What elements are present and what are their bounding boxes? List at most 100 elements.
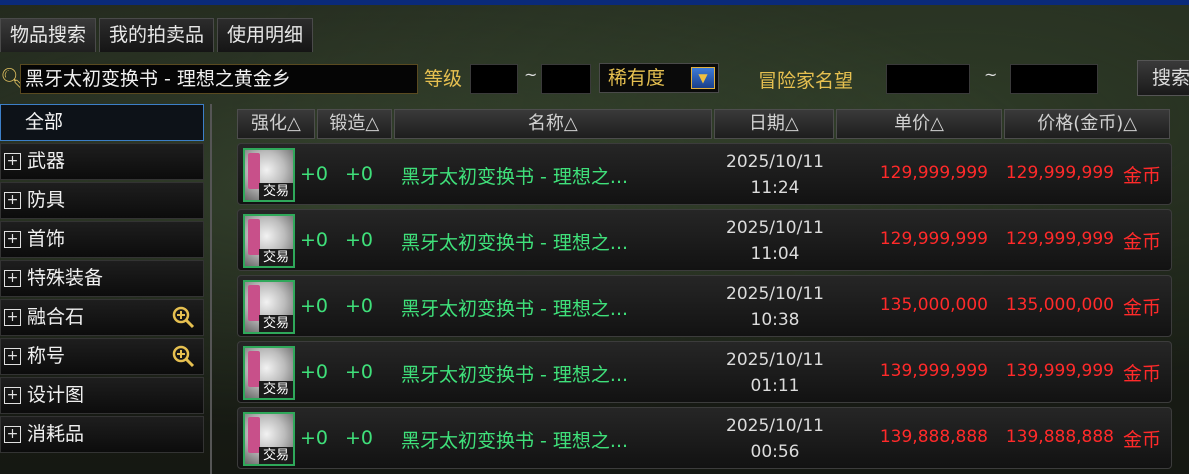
- forge-value: +0: [345, 427, 374, 449]
- expand-plus-icon[interactable]: +: [4, 231, 21, 248]
- item-name[interactable]: 黑牙太初变换书 - 理想之...: [401, 360, 628, 387]
- level-range-separator: ~: [524, 65, 538, 84]
- tab-usage-details[interactable]: 使用明细: [217, 18, 314, 52]
- tab-bar: 物品搜索 我的拍卖品 使用明细: [0, 18, 316, 52]
- item-name[interactable]: 黑牙太初变换书 - 理想之...: [401, 162, 628, 189]
- header-forge[interactable]: 锻造△: [316, 109, 392, 139]
- category-accessory[interactable]: + 首饰: [0, 221, 204, 258]
- fame-max-input[interactable]: [1010, 64, 1098, 94]
- header-name[interactable]: 名称△: [393, 109, 712, 139]
- listing-date: 2025/10/11: [726, 284, 824, 304]
- expand-plus-icon[interactable]: +: [4, 270, 21, 287]
- item-icon[interactable]: 交易: [243, 346, 295, 400]
- category-weapon[interactable]: + 武器: [0, 143, 204, 180]
- unit-price: 139,999,999: [879, 361, 988, 381]
- category-special-equipment[interactable]: + 特殊装备: [0, 260, 204, 297]
- zoom-in-icon[interactable]: [171, 305, 195, 329]
- currency-label: 金币: [1123, 231, 1162, 253]
- item-name[interactable]: 黑牙太初变换书 - 理想之...: [401, 228, 628, 255]
- category-fusion-stone[interactable]: + 融合石: [0, 299, 204, 336]
- header-unit-price[interactable]: 单价△: [835, 109, 1003, 139]
- expand-plus-icon[interactable]: +: [4, 348, 21, 365]
- level-min-input[interactable]: [470, 64, 518, 94]
- table-row[interactable]: 交易 +0 +0 黑牙太初变换书 - 理想之... 2025/10/11 01:…: [237, 341, 1172, 403]
- search-button[interactable]: 搜索: [1137, 60, 1189, 96]
- expand-plus-icon[interactable]: +: [4, 153, 21, 170]
- table-row[interactable]: 交易 +0 +0 黑牙太初变换书 - 理想之... 2025/10/11 11:…: [237, 143, 1172, 205]
- enhance-value: +0: [300, 163, 329, 185]
- category-consumable[interactable]: + 消耗品: [0, 416, 204, 453]
- unit-price: 129,999,999: [879, 229, 988, 249]
- search-icon: 🔍︎: [0, 66, 26, 90]
- total-price: 129,999,999: [1005, 163, 1114, 183]
- listing-date: 2025/10/11: [726, 218, 824, 238]
- rarity-label: 稀有度: [608, 67, 666, 89]
- category-label: 首饰: [27, 228, 66, 250]
- category-label: 防具: [27, 189, 66, 211]
- item-icon[interactable]: 交易: [243, 280, 295, 334]
- unit-price: 139,888,888: [879, 427, 988, 447]
- tradable-tag: 交易: [259, 183, 293, 200]
- currency-label: 金币: [1123, 363, 1162, 385]
- table-row[interactable]: 交易 +0 +0 黑牙太初变换书 - 理想之... 2025/10/11 10:…: [237, 275, 1172, 337]
- rarity-select[interactable]: 稀有度 ▼: [599, 63, 719, 93]
- enhance-value: +0: [300, 427, 329, 449]
- sidebar-scrollbar[interactable]: [210, 104, 212, 474]
- item-icon[interactable]: 交易: [243, 148, 295, 202]
- tradable-tag: 交易: [259, 249, 293, 266]
- item-name[interactable]: 黑牙太初变换书 - 理想之...: [401, 294, 628, 321]
- tradable-tag: 交易: [259, 381, 293, 398]
- forge-value: +0: [345, 163, 374, 185]
- item-icon[interactable]: 交易: [243, 214, 295, 268]
- listing-time: 11:04: [750, 244, 800, 264]
- expand-plus-icon[interactable]: +: [4, 387, 21, 404]
- category-label: 设计图: [27, 384, 85, 406]
- listing-time: 00:56: [750, 442, 800, 462]
- listing-time: 10:38: [750, 310, 800, 330]
- header-enhance[interactable]: 强化△: [237, 109, 315, 139]
- table-row[interactable]: 交易 +0 +0 黑牙太初变换书 - 理想之... 2025/10/11 00:…: [237, 407, 1172, 469]
- category-label: 称号: [27, 345, 66, 367]
- keyword-input[interactable]: 黑牙太初变换书 - 理想之黄金乡: [20, 64, 418, 94]
- top-strip: [0, 0, 1189, 5]
- dropdown-arrow-icon[interactable]: ▼: [691, 67, 715, 89]
- table-row[interactable]: 交易 +0 +0 黑牙太初变换书 - 理想之... 2025/10/11 11:…: [237, 209, 1172, 271]
- item-icon[interactable]: 交易: [243, 412, 295, 466]
- expand-plus-icon[interactable]: +: [4, 192, 21, 209]
- total-price: 139,999,999: [1005, 361, 1114, 381]
- forge-value: +0: [345, 229, 374, 251]
- category-armor[interactable]: + 防具: [0, 182, 204, 219]
- item-name[interactable]: 黑牙太初变换书 - 理想之...: [401, 426, 628, 453]
- tradable-tag: 交易: [259, 447, 293, 464]
- category-label: 特殊装备: [27, 267, 104, 289]
- header-date[interactable]: 日期△: [713, 109, 834, 139]
- enhance-value: +0: [300, 229, 329, 251]
- results-table: 强化△ 锻造△ 名称△ 日期△ 单价△ 价格(金币)△: [237, 109, 1172, 139]
- forge-value: +0: [345, 361, 374, 383]
- header-total-price[interactable]: 价格(金币)△: [1004, 109, 1170, 139]
- fame-min-input[interactable]: [886, 64, 970, 94]
- tab-item-search[interactable]: 物品搜索: [0, 18, 97, 52]
- category-sidebar: 全部 + 武器 + 防具 + 首饰 + 特殊装备 + 融合石 + 称号 + 设计…: [0, 104, 204, 474]
- category-blueprint[interactable]: + 设计图: [0, 377, 204, 414]
- total-price: 129,999,999: [1005, 229, 1114, 249]
- category-all[interactable]: 全部: [0, 104, 204, 141]
- expand-plus-icon[interactable]: +: [4, 309, 21, 326]
- category-title[interactable]: + 称号: [0, 338, 204, 375]
- zoom-in-icon[interactable]: [171, 344, 195, 368]
- category-label: 武器: [27, 150, 66, 172]
- listing-date: 2025/10/11: [726, 416, 824, 436]
- search-bar: 🔍︎ 黑牙太初变换书 - 理想之黄金乡 等级 ~ 稀有度 ▼ 冒险家名望 ~ 搜…: [0, 60, 1189, 100]
- currency-label: 金币: [1123, 297, 1162, 319]
- category-label: 融合石: [27, 306, 85, 328]
- forge-value: +0: [345, 295, 374, 317]
- fame-range-separator: ~: [984, 65, 998, 84]
- tab-my-auctions[interactable]: 我的拍卖品: [99, 18, 215, 52]
- total-price: 135,000,000: [1005, 295, 1114, 315]
- expand-plus-icon[interactable]: +: [4, 426, 21, 443]
- level-max-input[interactable]: [541, 64, 591, 94]
- listing-date: 2025/10/11: [726, 152, 824, 172]
- tradable-tag: 交易: [259, 315, 293, 332]
- adventurer-fame-label: 冒险家名望: [758, 70, 854, 92]
- unit-price: 135,000,000: [879, 295, 988, 315]
